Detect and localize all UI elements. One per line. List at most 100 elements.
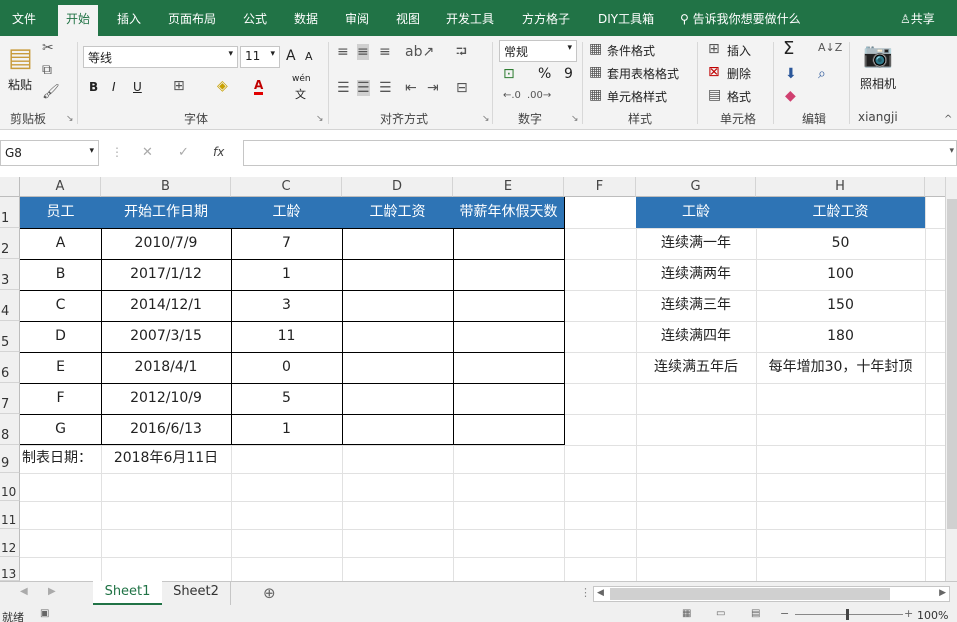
cell-styles-button[interactable]: 单元格样式 (607, 88, 667, 105)
row-header-6[interactable]: 6 (0, 352, 20, 383)
table-cell[interactable] (342, 414, 453, 445)
table-cell[interactable] (453, 321, 564, 352)
table-cell[interactable]: 连续满五年后 (636, 352, 756, 383)
table-cell[interactable]: F (20, 383, 101, 414)
table2-header-seniority[interactable]: 工龄 (636, 197, 756, 228)
table-cell[interactable]: 0 (231, 352, 342, 383)
table-cell[interactable] (342, 383, 453, 414)
column-header-f[interactable]: F (564, 177, 636, 197)
copy-icon[interactable]: ⧉ (42, 62, 52, 78)
align-top-icon[interactable]: ≡ (337, 44, 349, 60)
zoom-slider-handle[interactable] (846, 609, 849, 620)
insert-cells-button[interactable]: 插入 (727, 42, 751, 59)
table-cell[interactable] (342, 228, 453, 259)
align-bottom-icon[interactable]: ≡ (379, 44, 391, 60)
horizontal-scrollbar[interactable]: ◀ ▶ (593, 586, 950, 602)
autosum-button[interactable]: Σ (783, 38, 794, 59)
percent-button[interactable]: % (538, 66, 551, 82)
date-value-cell[interactable]: 2018年6月11日 (101, 445, 231, 473)
table1-header-start-date[interactable]: 开始工作日期 (101, 197, 231, 228)
paste-icon[interactable]: ▤ (8, 44, 33, 72)
format-as-table-button[interactable]: 套用表格格式 (607, 65, 679, 82)
formula-input[interactable]: ▾ (243, 140, 957, 166)
table-cell[interactable] (342, 321, 453, 352)
camera-button[interactable]: 照相机 (860, 75, 896, 92)
table-cell[interactable] (342, 352, 453, 383)
zoom-level[interactable]: 100% (917, 609, 948, 622)
sheet-tab-sheet1[interactable]: Sheet1 (93, 581, 162, 605)
row-header-4[interactable]: 4 (0, 290, 20, 321)
tab-diy-toolbox[interactable]: DIY工具箱 (598, 10, 654, 27)
add-sheet-button[interactable]: ⊕ (263, 584, 276, 602)
column-header-g[interactable]: G (636, 177, 756, 197)
tab-review[interactable]: 审阅 (345, 10, 369, 27)
expand-formula-icon[interactable]: ▾ (949, 146, 954, 156)
scroll-left-icon[interactable]: ◀ (597, 588, 604, 598)
wrap-text-icon[interactable]: ⮒ (456, 44, 467, 60)
column-header-c[interactable]: C (231, 177, 342, 197)
paste-button[interactable]: 粘贴 (8, 76, 32, 93)
collapse-ribbon-icon[interactable]: ^ (944, 112, 952, 128)
column-header-h[interactable]: H (756, 177, 925, 197)
tab-developer[interactable]: 开发工具 (446, 10, 494, 27)
find-select-icon[interactable]: ⌕ (818, 66, 826, 82)
font-name-combo[interactable]: 等线 ▾ (83, 46, 238, 68)
table-cell[interactable]: A (20, 228, 101, 259)
select-all-corner[interactable] (0, 177, 20, 197)
table-cell[interactable] (453, 259, 564, 290)
comma-style-button[interactable]: 9 (564, 66, 573, 82)
underline-button[interactable]: U (133, 80, 142, 94)
table-cell[interactable]: D (20, 321, 101, 352)
table-cell[interactable]: 180 (756, 321, 925, 352)
increase-indent-icon[interactable]: ⇥ (427, 80, 439, 96)
table-cell[interactable]: 2016/6/13 (101, 414, 231, 445)
clipboard-launcher-icon[interactable]: ↘ (66, 114, 74, 124)
table-cell[interactable]: 50 (756, 228, 925, 259)
column-header-e[interactable]: E (453, 177, 564, 197)
enter-formula-button[interactable]: ✓ (178, 145, 189, 160)
vertical-scroll-thumb[interactable] (947, 199, 957, 529)
table1-header-seniority-pay[interactable]: 工龄工资 (342, 197, 453, 228)
table-cell[interactable]: 1 (231, 414, 342, 445)
worksheet-grid[interactable]: A B C D E F G H 1 2 3 4 5 6 7 8 9 10 11 … (0, 177, 957, 581)
tab-insert[interactable]: 插入 (117, 10, 141, 27)
cut-icon[interactable]: ✂ (42, 40, 54, 56)
align-center-icon[interactable]: ☰ (357, 80, 370, 96)
table-cell[interactable] (453, 383, 564, 414)
table-cell[interactable] (453, 414, 564, 445)
accounting-format-icon[interactable]: ⊡ (503, 66, 515, 82)
table-cell[interactable]: 2012/10/9 (101, 383, 231, 414)
row-header-11[interactable]: 11 (0, 501, 20, 529)
cancel-formula-button[interactable]: ✕ (142, 145, 153, 160)
scroll-right-icon[interactable]: ▶ (939, 588, 946, 598)
fill-color-icon[interactable]: ◈ (217, 78, 228, 94)
column-header-d[interactable]: D (342, 177, 453, 197)
table-cell[interactable]: 7 (231, 228, 342, 259)
table-cell[interactable] (342, 259, 453, 290)
scroll-left-icon[interactable]: ◀ (20, 586, 28, 597)
camera-icon[interactable]: 📷 (863, 42, 893, 68)
table-cell[interactable]: 2007/3/15 (101, 321, 231, 352)
row-header-7[interactable]: 7 (0, 383, 20, 414)
row-header-2[interactable]: 2 (0, 228, 20, 259)
align-right-icon[interactable]: ☰ (379, 80, 392, 96)
orientation-icon[interactable]: ab↗ (405, 44, 434, 60)
tab-fangfang[interactable]: 方方格子 (522, 10, 570, 27)
insert-function-button[interactable]: fx (213, 145, 224, 159)
table-cell[interactable]: 2010/7/9 (101, 228, 231, 259)
delete-cells-button[interactable]: 删除 (727, 65, 751, 82)
table-cell[interactable] (453, 290, 564, 321)
tab-home[interactable]: 开始 (58, 5, 99, 36)
table-cell[interactable]: 2014/12/1 (101, 290, 231, 321)
table1-header-leave-days[interactable]: 带薪年休假天数 (453, 197, 564, 228)
number-format-combo[interactable]: 常规 ▾ (499, 40, 577, 62)
format-painter-icon[interactable]: 🖌 (42, 84, 60, 100)
font-launcher-icon[interactable]: ↘ (316, 114, 324, 124)
table-cell[interactable]: 每年增加30，十年封顶 (756, 352, 925, 383)
page-layout-view-icon[interactable]: ▭ (716, 608, 725, 619)
shrink-font-button[interactable]: A (305, 50, 313, 63)
row-header-10[interactable]: 10 (0, 473, 20, 501)
zoom-in-button[interactable]: + (904, 607, 913, 620)
number-launcher-icon[interactable]: ↘ (571, 114, 579, 124)
table-cell[interactable]: 1 (231, 259, 342, 290)
